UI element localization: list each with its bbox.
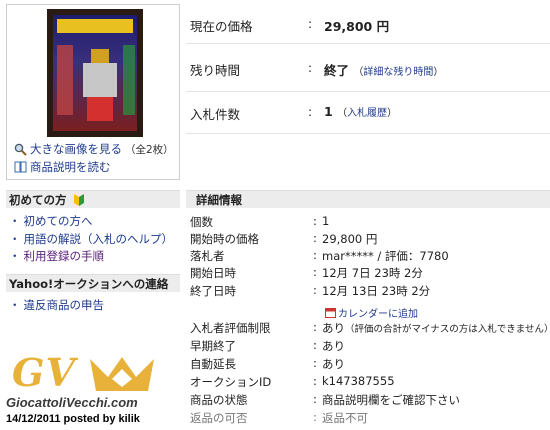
sidebar-item-label[interactable]: 用語の解説（入札のヘルプ） — [24, 232, 174, 246]
remaining-time-label: 残り時間 — [190, 63, 241, 78]
detail-value: あり — [322, 357, 345, 371]
separator: : — [308, 105, 313, 119]
detail-row-winner: 落札者: mar***** / 評価：7780 — [190, 248, 449, 264]
detail-key: 終了日時 — [190, 284, 236, 298]
bid-count: 1 — [324, 104, 333, 119]
detail-row-auto-extend: 自動延長: あり — [190, 356, 345, 371]
beginner-mark-icon — [73, 194, 84, 206]
site-name: GiocattoliVecchi.com — [6, 395, 138, 410]
thumbnail-robot-body — [83, 63, 117, 97]
detailed-time-link[interactable]: 詳細な残り時間 — [363, 67, 433, 78]
detail-key: 商品の状態 — [190, 393, 248, 407]
sidebar-item-beginners-guide[interactable]: ・初めての方へ — [9, 213, 93, 229]
detail-row-returns: 返品の可否: 返品不可 — [190, 410, 368, 424]
detail-note: （評価の合計がマイナスの方は入札できません） — [345, 324, 550, 335]
item-thumbnail[interactable] — [47, 9, 143, 137]
sidebar-item-report-violation[interactable]: ・違反商品の申告 — [9, 297, 104, 313]
thumbnail-robot-legs — [87, 97, 113, 121]
detail-value: 商品説明欄をご確認下さい — [322, 393, 460, 407]
view-large-image[interactable]: 大きな画像を見る （全2枚） — [14, 141, 174, 157]
current-price-row: 現在の価格 : 29,800 円 — [186, 0, 550, 44]
detail-value: 29,800 円 — [322, 232, 378, 246]
sidebar-item-label[interactable]: 違反商品の申告 — [24, 298, 105, 312]
detail-key: 自動延長 — [190, 357, 236, 371]
sidebar-item-glossary[interactable]: ・用語の解説（入札のヘルプ） — [9, 231, 173, 247]
beginner-section-title: 初めての方 — [9, 193, 67, 207]
sidebar-item-registration[interactable]: ・利用登録の手順 — [9, 248, 104, 264]
current-price-label: 現在の価格 — [190, 19, 253, 34]
sidebar-item-label[interactable]: 利用登録の手順 — [24, 249, 105, 263]
detail-value: あり（評価の合計がマイナスの方は入札できません） — [322, 320, 550, 336]
add-to-calendar[interactable]: カレンダーに追加 — [325, 305, 418, 320]
thumbnail-parts-left — [57, 45, 73, 115]
detail-row-early-end: 早期終了: あり — [190, 338, 345, 353]
crown-logo-icon — [90, 357, 154, 391]
thumbnail-banner — [57, 19, 133, 33]
separator: : — [308, 61, 313, 75]
detail-row-start-date: 開始日時:12月 7日 23時 2分 — [190, 265, 423, 280]
detail-key: オークションID — [190, 375, 272, 389]
detail-key: 早期終了 — [190, 339, 236, 353]
detail-row-bidder-rating-limit: 入札者評価制限: あり（評価の合計がマイナスの方は入札できません） — [186, 320, 550, 337]
separator: : — [308, 17, 313, 31]
detail-value: 1 — [322, 214, 330, 228]
detail-value: あり — [322, 339, 345, 353]
thumbnail-art — [53, 15, 137, 131]
beginner-section-header: 初めての方 — [6, 190, 180, 208]
posted-caption: 14/12/2011 posted by kilik — [6, 413, 140, 425]
detail-row-condition: 商品の状態: 商品説明欄をご確認下さい — [190, 392, 460, 407]
detail-key: 落札者 — [190, 249, 225, 263]
read-description-label[interactable]: 商品説明を読む — [30, 159, 111, 175]
calendar-icon — [325, 308, 336, 318]
book-icon — [14, 161, 27, 173]
current-price-value: 29,800 円 — [324, 19, 390, 34]
detail-key: 開始時の価格 — [190, 232, 259, 246]
remaining-time-value: 終了 （詳細な残り時間） — [324, 63, 444, 78]
detail-row-auction-id: オークションID: k147387555 — [190, 374, 395, 389]
detail-key: 返品の可否 — [190, 411, 248, 424]
detail-value[interactable]: mar***** / 評価：7780 — [322, 248, 449, 264]
thumbnail-parts-right — [123, 45, 135, 115]
detail-value: 返品不可 — [322, 411, 368, 424]
image-count: （全2枚） — [125, 143, 174, 156]
detail-value: 12月 7日 23時 2分 — [322, 266, 423, 280]
remaining-time-row: 残り時間 : 終了 （詳細な残り時間） — [186, 44, 550, 92]
detail-row-quantity: 個数:1 — [190, 214, 330, 229]
detail-value-main: あり — [322, 321, 345, 335]
detail-section-header: 詳細情報 — [186, 190, 550, 208]
detail-key: 入札者評価制限 — [190, 321, 271, 335]
detail-row-end-date: 終了日時:12月 13日 23時 2分 — [190, 283, 431, 298]
sidebar-item-label[interactable]: 初めての方へ — [24, 214, 93, 228]
bid-history-link[interactable]: 入札履歴 — [347, 108, 387, 119]
thumbnail-robot-head — [91, 49, 109, 63]
add-to-calendar-label[interactable]: カレンダーに追加 — [338, 305, 418, 320]
read-description[interactable]: 商品説明を読む — [14, 159, 111, 175]
bid-count-value: 1 （入札履歴） — [324, 104, 398, 119]
detail-value: 12月 13日 23時 2分 — [322, 284, 431, 298]
detail-value: k147387555 — [322, 374, 395, 388]
contact-section-title: Yahoo!オークションへの連絡 — [9, 277, 169, 291]
view-large-image-label[interactable]: 大きな画像を見る — [30, 141, 122, 157]
contact-section-header: Yahoo!オークションへの連絡 — [6, 274, 180, 292]
detail-section-title: 詳細情報 — [196, 193, 242, 207]
detail-row-start-price: 開始時の価格:29,800 円 — [190, 231, 378, 246]
detail-key: 開始日時 — [190, 266, 236, 280]
bid-count-row: 入札件数 : 1 （入札履歴） — [186, 92, 550, 134]
gv-logo: GV — [12, 350, 76, 395]
magnifier-icon — [14, 143, 27, 156]
detail-key: 個数 — [190, 215, 213, 229]
bid-count-label: 入札件数 — [190, 107, 241, 122]
remaining-status: 終了 — [324, 63, 350, 78]
